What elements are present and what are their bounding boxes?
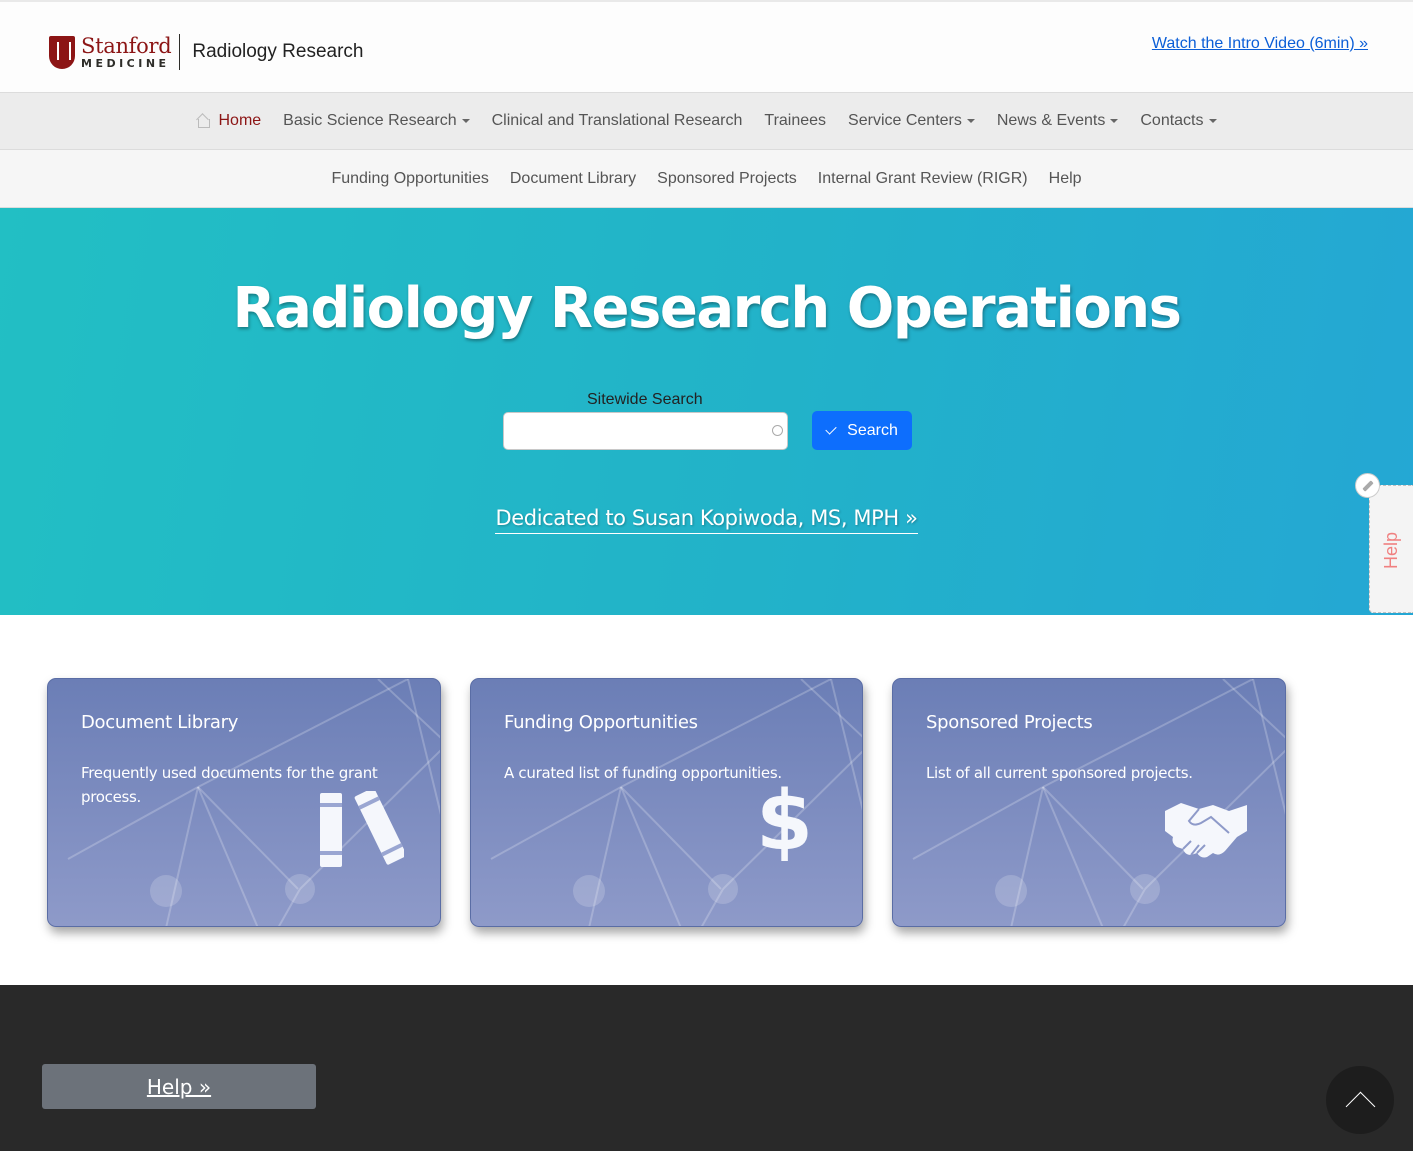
site-name[interactable]: Radiology Research bbox=[192, 41, 363, 63]
card-description: List of all current sponsored projects. bbox=[926, 764, 1193, 782]
hero-banner: Radiology Research Operations Sitewide S… bbox=[0, 208, 1413, 615]
nav-item-label: Home bbox=[218, 112, 262, 129]
nav-item-service-centers[interactable]: Service Centers bbox=[848, 112, 975, 130]
footer-help-link[interactable]: Help » bbox=[147, 1075, 211, 1099]
nav2-item-funding-opportunities[interactable]: Funding Opportunities bbox=[331, 170, 488, 188]
stanford-shield-icon bbox=[49, 35, 75, 69]
logo-stanford-text: Stanford bbox=[81, 33, 172, 58]
side-help-label-wrap: Help bbox=[1370, 486, 1413, 614]
caret-down-icon bbox=[966, 119, 975, 123]
caret-down-icon bbox=[1208, 119, 1217, 123]
dollar-icon: $ bbox=[756, 774, 814, 869]
primary-nav: Home Basic Science Research Clinical and… bbox=[0, 92, 1413, 150]
caret-down-icon bbox=[461, 119, 470, 123]
nav-item-basic-science-research[interactable]: Basic Science Research bbox=[283, 112, 470, 130]
nav2-item-internal-grant-review[interactable]: Internal Grant Review (RIGR) bbox=[818, 170, 1028, 188]
dedication-container: Dedicated to Susan Kopiwoda, MS, MPH » bbox=[0, 506, 1413, 534]
nav2-item-document-library[interactable]: Document Library bbox=[510, 170, 636, 188]
side-help-label: Help bbox=[1381, 531, 1402, 569]
card-sponsored-projects[interactable]: Sponsored Projects List of all current s… bbox=[892, 678, 1286, 927]
site-footer: Help » bbox=[0, 985, 1413, 1151]
nav2-item-help[interactable]: Help bbox=[1049, 170, 1082, 188]
nav-item-label: Basic Science Research bbox=[283, 112, 457, 129]
check-icon bbox=[825, 422, 837, 435]
nav-item-label: Contacts bbox=[1140, 112, 1204, 129]
dedication-link[interactable]: Dedicated to Susan Kopiwoda, MS, MPH » bbox=[495, 506, 918, 534]
nav-item-label: Service Centers bbox=[848, 112, 962, 129]
books-icon bbox=[320, 791, 404, 867]
card-title: Document Library bbox=[81, 712, 239, 733]
site-logo[interactable]: Stanford MEDICINE Radiology Research bbox=[49, 34, 363, 70]
caret-down-icon bbox=[1110, 119, 1119, 123]
card-document-library[interactable]: Document Library Frequently used documen… bbox=[47, 678, 441, 927]
nav-item-home[interactable]: Home bbox=[196, 112, 261, 130]
card-title: Funding Opportunities bbox=[504, 712, 698, 733]
page-title: Radiology Research Operations bbox=[232, 276, 1182, 341]
search-clear-icon[interactable] bbox=[772, 425, 783, 436]
search-button-label: Search bbox=[847, 421, 898, 439]
side-help-tab[interactable]: Help bbox=[1369, 485, 1413, 613]
secondary-nav: Funding Opportunities Document Library S… bbox=[0, 150, 1413, 208]
back-to-top-button[interactable] bbox=[1326, 1066, 1394, 1134]
logo-wordmark: Stanford MEDICINE bbox=[81, 33, 172, 70]
card-funding-opportunities[interactable]: Funding Opportunities A curated list of … bbox=[470, 678, 863, 927]
intro-video-link[interactable]: Watch the Intro Video (6min) » bbox=[1152, 35, 1368, 53]
nav-item-clinical-translational-research[interactable]: Clinical and Translational Research bbox=[492, 112, 743, 130]
logo-divider bbox=[179, 34, 181, 70]
nav-item-label: Clinical and Translational Research bbox=[491, 112, 743, 129]
home-icon bbox=[196, 114, 211, 128]
footer-help-button[interactable]: Help » bbox=[42, 1064, 316, 1109]
handshake-icon bbox=[1165, 803, 1247, 858]
site-header: Stanford MEDICINE Radiology Research Wat… bbox=[0, 0, 1413, 92]
nav-item-label: Trainees bbox=[764, 112, 827, 129]
nav-item-news-events[interactable]: News & Events bbox=[996, 112, 1119, 130]
nav-item-label: News & Events bbox=[996, 112, 1106, 129]
logo-medicine-text: MEDICINE bbox=[81, 56, 170, 70]
search-label: Sitewide Search bbox=[587, 391, 703, 408]
card-title: Sponsored Projects bbox=[926, 712, 1093, 733]
nav-item-contacts[interactable]: Contacts bbox=[1140, 112, 1217, 130]
pencil-icon[interactable] bbox=[1355, 473, 1380, 498]
nav2-item-sponsored-projects[interactable]: Sponsored Projects bbox=[657, 170, 797, 188]
search-input[interactable] bbox=[503, 412, 788, 450]
nav-item-trainees[interactable]: Trainees bbox=[764, 112, 826, 130]
search-button[interactable]: Search bbox=[812, 411, 912, 450]
